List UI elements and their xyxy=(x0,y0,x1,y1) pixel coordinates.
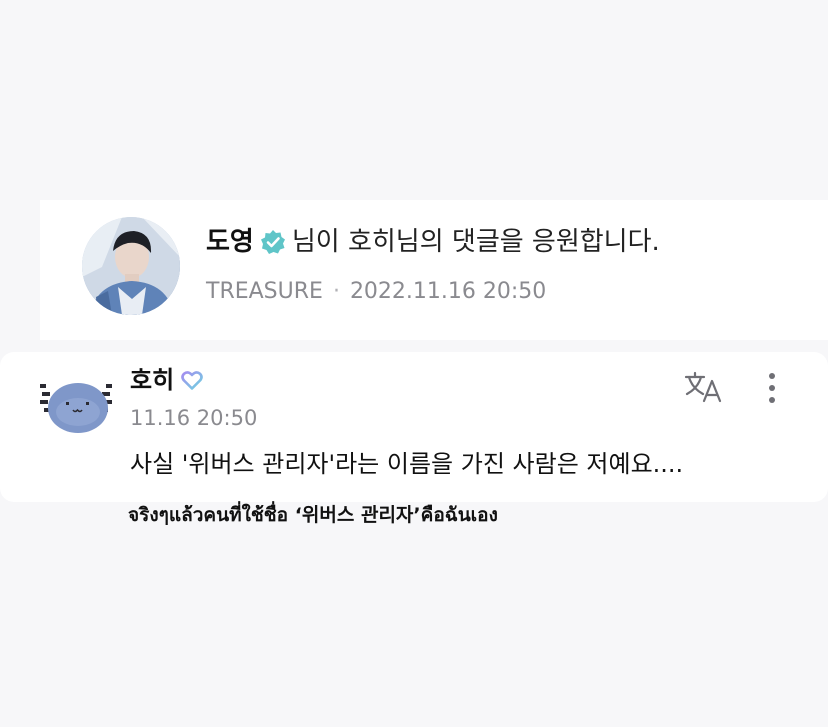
user-avatar[interactable] xyxy=(82,217,180,315)
notification-card[interactable]: 도영 님이 호히님의 댓글을 응원합니다. TREASURE · 2022.11.1… xyxy=(40,200,828,340)
group-name: TREASURE xyxy=(206,279,323,304)
translation-caption: จริงๆแล้วคนที่ใช้ชื่อ ‘위버스 관리자’คือฉันเอง xyxy=(128,504,498,526)
notification-user-name[interactable]: 도영 xyxy=(206,224,254,260)
comment-time: 11.16 20:50 xyxy=(130,406,258,430)
verified-check-icon xyxy=(260,229,286,255)
more-vertical-icon[interactable] xyxy=(760,368,784,408)
axolotl-avatar-icon xyxy=(40,383,112,433)
notification-timestamp: 2022.11.16 20:50 xyxy=(349,279,547,304)
profile-photo-icon xyxy=(82,217,180,315)
heart-icon xyxy=(180,368,204,392)
translate-icon[interactable] xyxy=(684,370,724,404)
notification-message: 님이 호히님의 댓글을 응원합니다. xyxy=(291,227,660,257)
comment-author: 호히 xyxy=(130,364,204,396)
notification-meta: TREASURE · 2022.11.16 20:50 xyxy=(206,278,546,306)
comment-card: 호히 11.16 20:50 사실 '위버스 관리자'라는 이름을 가진 사람은… xyxy=(0,352,828,502)
comment-avatar[interactable] xyxy=(40,374,112,434)
meta-separator: · xyxy=(332,279,340,304)
notification-headline: 도영 님이 호히님의 댓글을 응원합니다. xyxy=(206,224,660,260)
comment-author-name[interactable]: 호히 xyxy=(130,364,174,396)
comment-text: 사실 '위버스 관리자'라는 이름을 가진 사람은 저예요.... xyxy=(130,450,684,478)
